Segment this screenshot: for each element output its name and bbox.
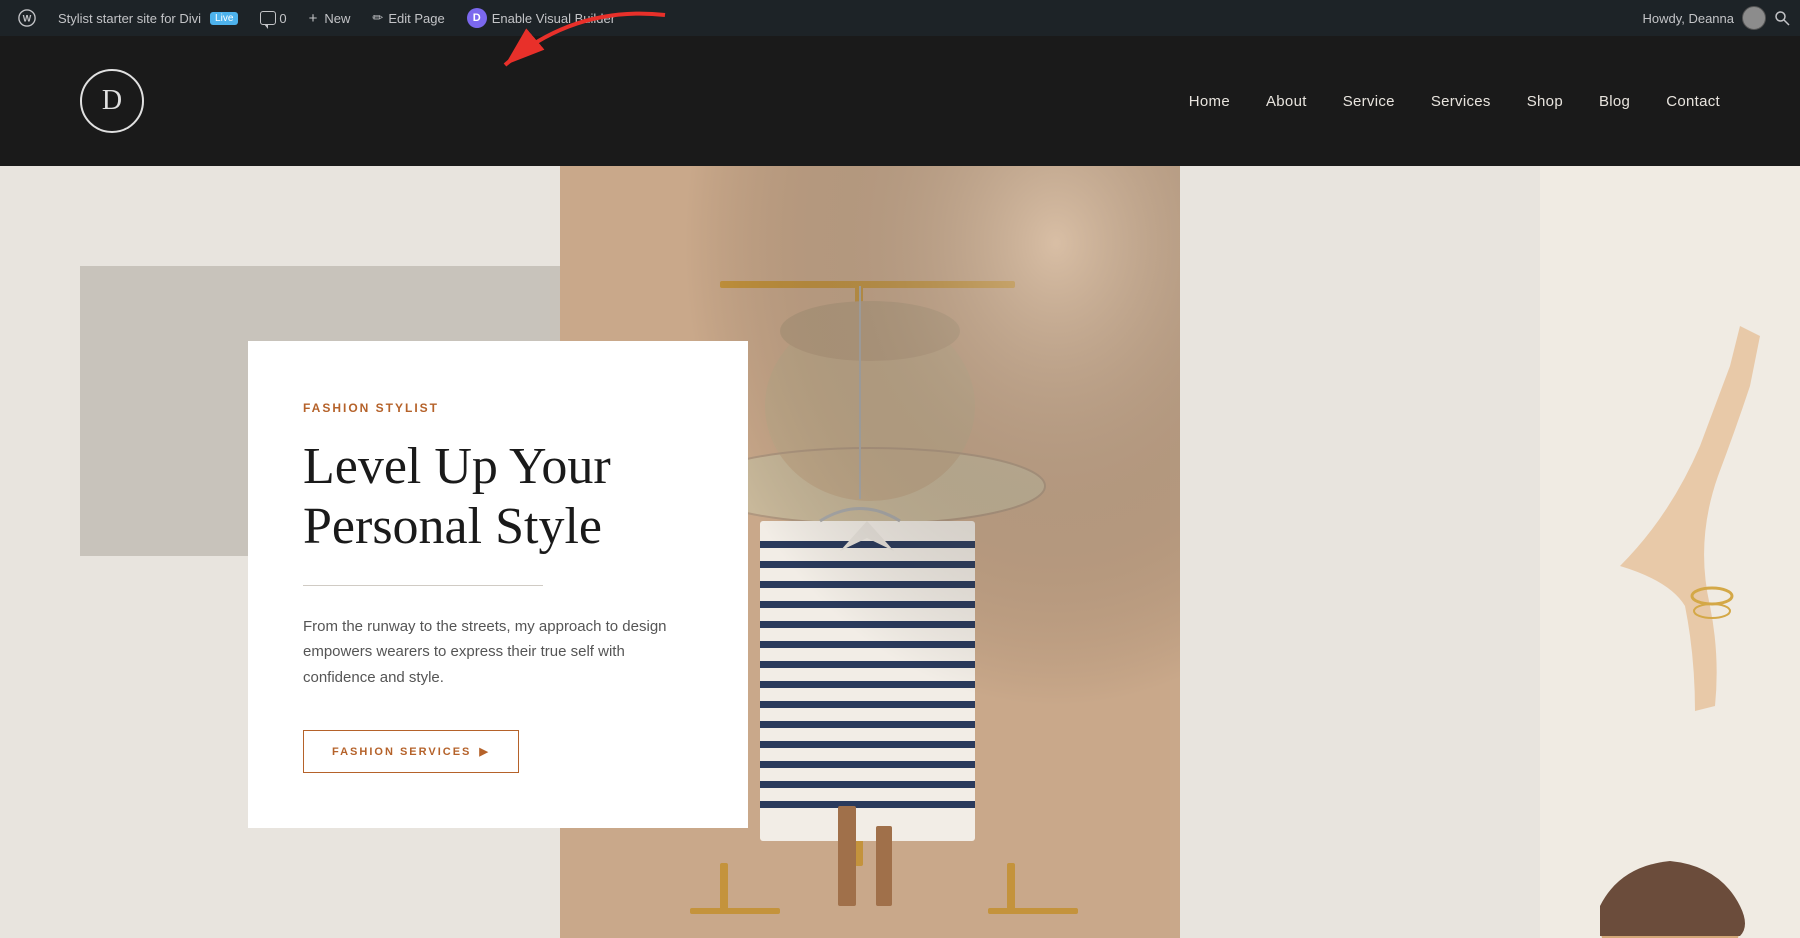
edit-icon: ✏ — [372, 10, 383, 26]
hero-eyebrow: FASHION STYLIST — [303, 401, 693, 415]
svg-text:W: W — [23, 14, 32, 24]
comments-button[interactable]: 0 — [252, 0, 294, 36]
enable-visual-builder-button[interactable]: D Enable Visual Builder — [459, 0, 623, 36]
nav-home[interactable]: Home — [1189, 93, 1230, 110]
new-content-button[interactable]: + New — [301, 0, 359, 36]
admin-bar-right: Howdy, Deanna — [1642, 6, 1790, 30]
hero-cta-button[interactable]: FASHION SERVICES ▶ — [303, 730, 519, 773]
hero-card: FASHION STYLIST Level Up Your Personal S… — [248, 341, 748, 828]
main-navigation: Home About Service Services Shop Blog Co… — [1189, 93, 1720, 110]
user-avatar[interactable] — [1742, 6, 1766, 30]
hero-photo-right — [1540, 166, 1800, 938]
live-badge: Live — [210, 12, 238, 25]
nav-service[interactable]: Service — [1343, 93, 1395, 110]
admin-bar: W Stylist starter site for Divi Live 0 +… — [0, 0, 1800, 36]
hero-title: Level Up Your Personal Style — [303, 437, 693, 557]
cta-arrow-icon: ▶ — [479, 745, 489, 758]
site-header: D Home About Service Services Shop Blog … — [0, 36, 1800, 166]
nav-services[interactable]: Services — [1431, 93, 1491, 110]
hero-description: From the runway to the streets, my appro… — [303, 614, 693, 691]
nav-contact[interactable]: Contact — [1666, 93, 1720, 110]
nav-blog[interactable]: Blog — [1599, 93, 1630, 110]
search-icon[interactable] — [1774, 10, 1790, 26]
nav-about[interactable]: About — [1266, 93, 1307, 110]
wp-logo-button[interactable]: W — [10, 0, 44, 36]
plus-icon: + — [309, 10, 318, 27]
site-name-button[interactable]: Stylist starter site for Divi Live — [50, 0, 246, 36]
nav-shop[interactable]: Shop — [1527, 93, 1563, 110]
hero-divider — [303, 585, 543, 586]
divi-icon: D — [467, 8, 487, 28]
comment-icon — [260, 11, 276, 25]
site-logo[interactable]: D — [80, 69, 144, 133]
main-content: FASHION STYLIST Level Up Your Personal S… — [0, 166, 1800, 938]
edit-page-button[interactable]: ✏ Edit Page — [364, 0, 452, 36]
